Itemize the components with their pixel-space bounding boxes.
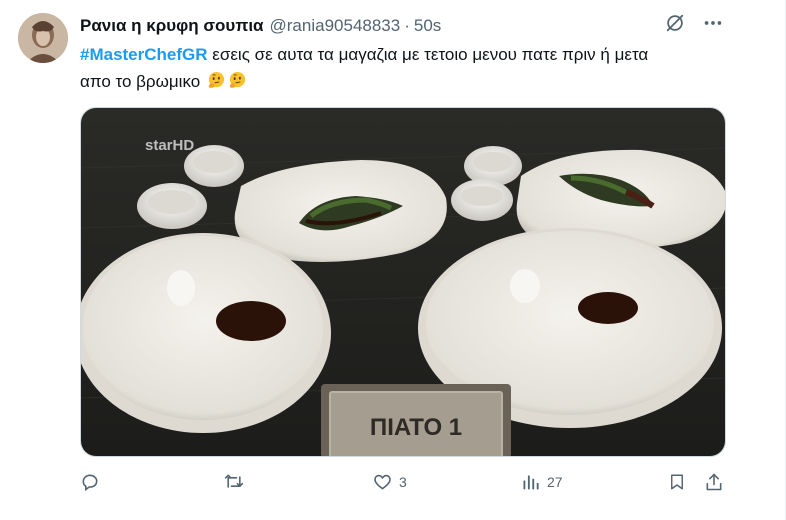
grok-icon[interactable] [664,12,686,34]
separator-dot: · [404,16,410,35]
bookmark-icon [671,474,683,490]
tweet-text: #MasterChefGR εσεις σε αυτα τα μαγαζια μ… [80,41,760,95]
bookmark-button[interactable] [668,472,686,492]
views-count: 27 [547,474,563,490]
share-button[interactable] [704,472,724,492]
more-options-icon[interactable] [702,12,724,34]
like-count: 3 [399,474,407,490]
tweet-media-image[interactable]: starHD ΠΙΑΤΟ 1 [80,107,726,457]
reply-icon [82,474,98,492]
share-icon [706,473,722,491]
tweet-text-line2: απο το βρωμικο [80,72,201,91]
tv-watermark: starHD [145,137,194,154]
thinking-face-icon [208,71,225,88]
tweet-text-line1: εσεις σε αυτα τα μαγαζια με τετοιο μενου… [207,45,649,64]
like-button[interactable]: 3 [372,472,407,492]
heart-icon [374,474,391,490]
retweet-button[interactable] [223,472,251,492]
food-photo: starHD ΠΙΑΤΟ 1 [81,108,725,456]
avatar-image [18,13,68,63]
tweet-action-bar: 3 27 [80,472,730,498]
tweet-card[interactable]: Ρανια η κρυφη σουπια @rania90548833 · 50… [0,0,786,520]
timestamp[interactable]: 50s [414,16,441,36]
tweet-top-actions [664,12,724,34]
retweet-icon [224,474,244,488]
thinking-face-icon [229,71,246,88]
display-name[interactable]: Ρανια η κρυφη σουπια [80,16,264,36]
tweet-header: Ρανια η κρυφη σουπια @rania90548833 · 50… [80,14,441,38]
avatar[interactable] [18,13,68,63]
user-handle[interactable]: @rania90548833 [270,16,401,36]
hashtag-link[interactable]: #MasterChefGR [80,45,208,64]
views-button[interactable]: 27 [521,472,563,492]
reply-button[interactable] [80,472,106,492]
views-chart-icon [523,475,539,490]
plate-sign-label: ΠΙΑΤΟ 1 [370,414,462,441]
